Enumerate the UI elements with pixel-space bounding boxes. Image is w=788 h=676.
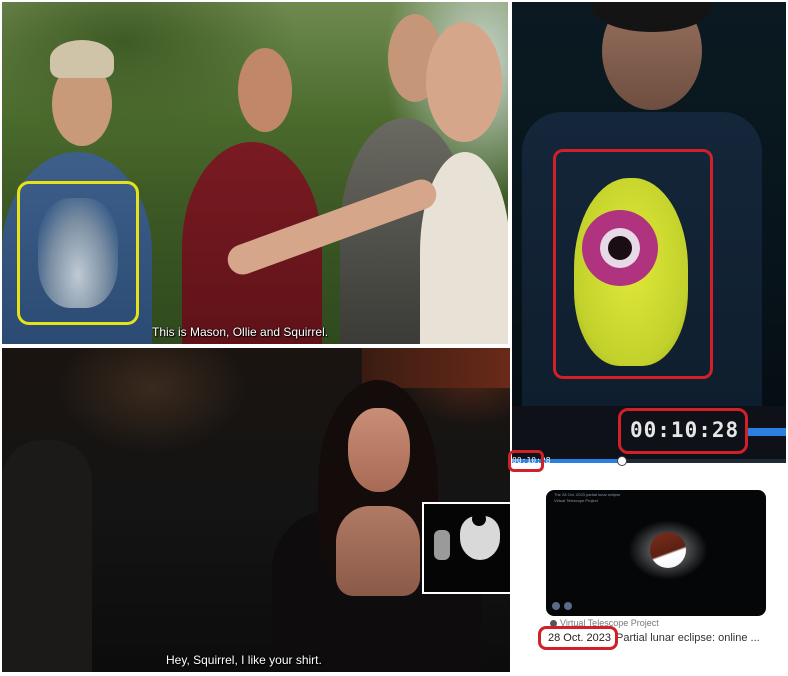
highlight-box-timecode [618,408,748,454]
logo-icon-2 [564,602,572,610]
inset-notch [472,512,486,526]
subtitle-bottom: Hey, Squirrel, I like your shirt. [166,653,322,667]
subtitle-top: This is Mason, Ollie and Squirrel. [152,325,329,339]
zoom-inset [422,502,512,594]
highlight-box-shirt-print [17,181,139,325]
thumbnail-subtitle: Virtual Telescope Project [554,498,598,503]
highlight-box-date [538,626,618,650]
woman-face [348,408,410,492]
person-foreground-head [426,22,502,142]
woman-chest [336,506,420,596]
background-person [2,440,92,672]
eclipsed-moon [650,532,686,568]
logo-icon [552,602,560,610]
search-result-thumbnail[interactable]: The 28 Oct. 2023 partial lunar eclipse V… [546,490,766,616]
person-middle-head [238,48,292,132]
highlight-box-eyeball-shirt [553,149,713,379]
highlight-box-player-timecode [508,450,544,472]
result-title[interactable]: Partial lunar eclipse: online ... [616,632,760,644]
thumbnail-title: The 28 Oct. 2023 partial lunar eclipse [554,492,621,497]
timeline-track[interactable] [748,428,786,436]
inset-blob-left [434,530,450,560]
person-foreground [420,152,508,344]
cap [50,40,114,78]
seek-knob[interactable] [617,456,627,466]
